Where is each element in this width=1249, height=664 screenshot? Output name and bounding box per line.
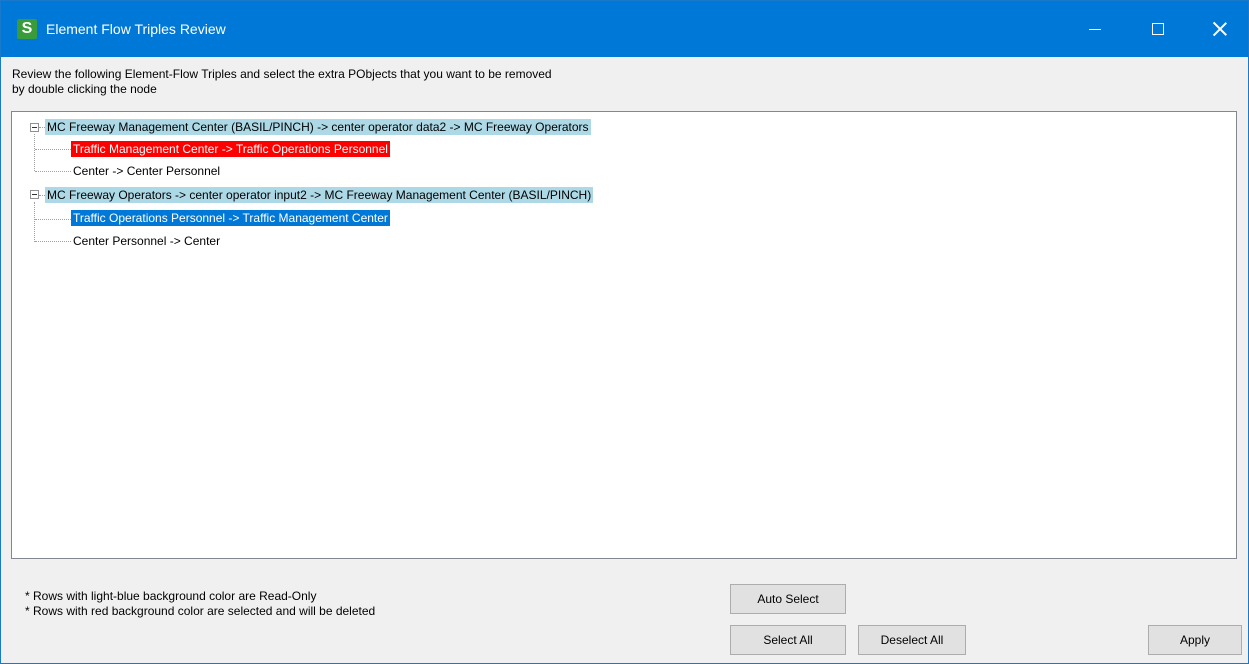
collapse-toggle-icon[interactable] xyxy=(30,123,39,132)
close-icon xyxy=(1213,22,1227,36)
tree-node-child-1-1[interactable]: Traffic Management Center -> Traffic Ope… xyxy=(71,141,390,157)
maximize-icon xyxy=(1152,23,1164,35)
tree-node-child-2-2[interactable]: Center Personnel -> Center xyxy=(71,233,222,249)
instructions: Review the following Element-Flow Triple… xyxy=(12,67,712,97)
tree-node-child-2-1[interactable]: Traffic Operations Personnel -> Traffic … xyxy=(71,210,390,226)
tree-connector xyxy=(34,202,35,242)
tree-connector xyxy=(34,134,35,171)
minimize-button[interactable] xyxy=(1065,1,1125,57)
tree-node-group-2[interactable]: MC Freeway Operators -> center operator … xyxy=(45,187,594,203)
collapse-toggle-icon[interactable] xyxy=(30,190,39,199)
close-button[interactable] xyxy=(1190,1,1249,57)
select-all-button[interactable]: Select All xyxy=(730,625,846,655)
tree-connector xyxy=(35,171,71,172)
window-title: Element Flow Triples Review xyxy=(46,21,226,37)
instructions-line-1: Review the following Element-Flow Triple… xyxy=(12,67,552,81)
tree-connector xyxy=(35,219,71,220)
triples-tree-view[interactable]: MC Freeway Management Center (BASIL/PINC… xyxy=(11,111,1237,559)
note-deleted: * Rows with red background color are sel… xyxy=(25,604,376,618)
auto-select-button[interactable]: Auto Select xyxy=(730,584,846,614)
deselect-all-button[interactable]: Deselect All xyxy=(858,625,966,655)
tree-connector xyxy=(35,241,71,242)
apply-button[interactable]: Apply xyxy=(1148,625,1242,655)
instructions-line-2: by double clicking the node xyxy=(12,82,157,96)
maximize-button[interactable] xyxy=(1128,1,1188,57)
note-read-only: * Rows with light-blue background color … xyxy=(25,589,317,603)
minimize-icon xyxy=(1089,28,1101,30)
app-logo-icon: S xyxy=(17,19,37,39)
tree-node-child-1-2[interactable]: Center -> Center Personnel xyxy=(71,163,222,179)
dialog-window: S Element Flow Triples Review Review the… xyxy=(0,0,1249,664)
legend-notes: * Rows with light-blue background color … xyxy=(25,589,375,619)
tree-connector xyxy=(35,149,71,150)
title-bar[interactable]: S Element Flow Triples Review xyxy=(1,1,1248,57)
tree-node-group-1[interactable]: MC Freeway Management Center (BASIL/PINC… xyxy=(45,119,591,135)
